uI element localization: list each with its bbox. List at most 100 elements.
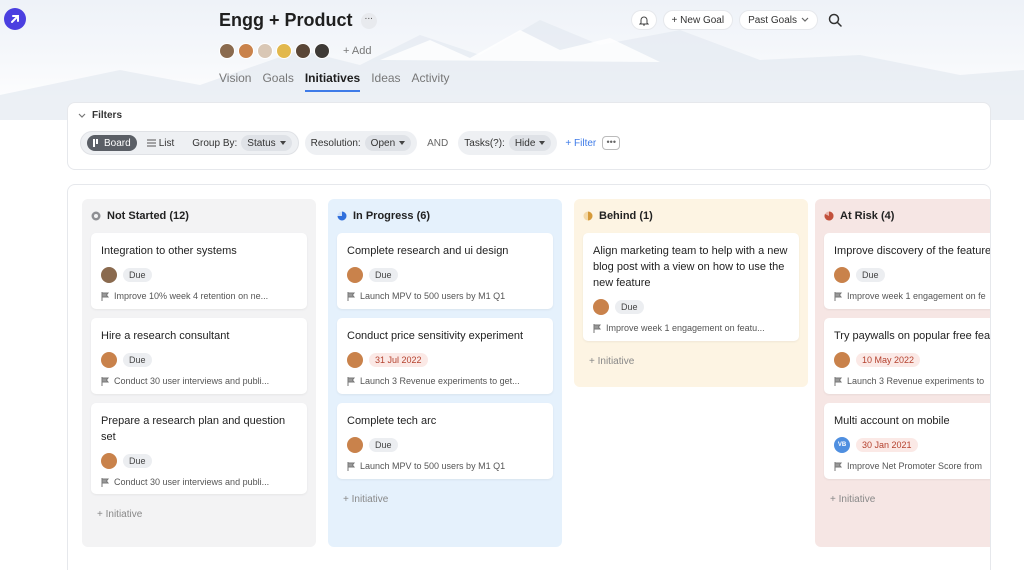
tab-goals[interactable]: Goals [262, 71, 293, 92]
flag-icon [347, 291, 355, 301]
due-date-badge[interactable]: 31 Jul 2022 [369, 353, 428, 367]
add-initiative-button[interactable]: + Initiative [824, 488, 990, 515]
avatar[interactable] [101, 352, 117, 368]
avatar[interactable] [101, 267, 117, 283]
avatar[interactable]: VB [834, 437, 850, 453]
initiative-card[interactable]: Complete research and ui design Due Laun… [337, 233, 553, 309]
title-more-button[interactable]: ··· [360, 12, 377, 29]
list-view-label: List [158, 137, 175, 149]
filters-heading: Filters [92, 110, 123, 121]
past-goals-dropdown[interactable]: Past Goals [739, 10, 818, 30]
due-badge[interactable]: Due [369, 268, 398, 282]
goal-text: Launch MPV to 500 users by M1 Q1 [360, 461, 506, 471]
goal-link[interactable]: Improve 10% week 4 retention on ne... [101, 291, 297, 301]
add-initiative-button[interactable]: + Initiative [337, 488, 553, 515]
avatar[interactable] [834, 352, 850, 368]
add-filter-button[interactable]: + Filter [565, 138, 596, 149]
tasks-label: Tasks(?): [464, 137, 505, 149]
avatar[interactable] [276, 43, 292, 59]
due-badge[interactable]: Due [369, 438, 398, 452]
goal-text: Improve Net Promoter Score from [847, 461, 983, 471]
tab-initiatives[interactable]: Initiatives [304, 71, 361, 92]
tab-vision[interactable]: Vision [219, 71, 251, 92]
goal-link[interactable]: Conduct 30 user interviews and publi... [101, 376, 297, 386]
card-title: Multi account on mobile [834, 415, 950, 427]
initiative-card[interactable]: Try paywalls on popular free feat 10 May… [824, 318, 991, 394]
flag-icon [101, 291, 109, 301]
new-goal-button[interactable]: + New Goal [662, 10, 734, 30]
initiative-card[interactable]: Complete tech arc Due Launch MPV to 500 … [337, 403, 553, 479]
goal-link[interactable]: Improve week 1 engagement on fe [834, 291, 990, 301]
filters-toggle[interactable]: Filters [78, 110, 122, 121]
goal-text: Launch 3 Revenue experiments to get... [360, 376, 520, 386]
avatar[interactable] [347, 267, 363, 283]
caret-down-icon [399, 141, 406, 145]
add-initiative-button[interactable]: + Initiative [583, 350, 799, 377]
group-by-value: Status [247, 137, 276, 149]
board-view-button[interactable]: Board [87, 135, 137, 151]
avatar[interactable] [347, 352, 363, 368]
due-badge[interactable]: Due [615, 300, 644, 314]
due-date-badge[interactable]: 30 Jan 2021 [856, 438, 918, 452]
group-by-select[interactable]: Status [241, 135, 292, 151]
view-toggle: Board List Group By: Status [80, 131, 299, 155]
list-view-button[interactable]: List [141, 135, 181, 151]
avatar[interactable] [238, 43, 254, 59]
app-logo[interactable] [4, 8, 26, 30]
chevron-down-icon [801, 17, 809, 22]
avatar[interactable] [314, 43, 330, 59]
goal-link[interactable]: Improve Net Promoter Score from [834, 461, 990, 471]
filters-row: Board List Group By: Status Resolution: … [80, 131, 621, 155]
add-initiative-button[interactable]: + Initiative [91, 503, 307, 530]
kanban-board: Not Started (12) Integration to other sy… [67, 184, 991, 570]
tasks-value: Hide [514, 137, 536, 149]
column-title: At Risk (4) [840, 210, 895, 222]
column-header: Behind (1) [583, 199, 799, 233]
initiative-card[interactable]: Conduct price sensitivity experiment 31 … [337, 318, 553, 394]
goal-link[interactable]: Launch MPV to 500 users by M1 Q1 [347, 291, 543, 301]
initiative-card[interactable]: Hire a research consultant Due Conduct 3… [91, 318, 307, 394]
avatar[interactable] [295, 43, 311, 59]
tab-ideas[interactable]: Ideas [371, 71, 400, 92]
search-icon[interactable] [828, 13, 842, 27]
avatar[interactable] [593, 299, 609, 315]
due-badge[interactable]: Due [856, 268, 885, 282]
initiative-card[interactable]: Integration to other systems Due Improve… [91, 233, 307, 309]
resolution-select[interactable]: Open [364, 135, 412, 151]
flag-icon [347, 376, 355, 386]
goal-link[interactable]: Conduct 30 user interviews and publi... [101, 477, 297, 487]
in-progress-status-icon [337, 211, 347, 221]
at-risk-status-icon [824, 211, 834, 221]
goal-link[interactable]: Launch 3 Revenue experiments to get... [347, 376, 543, 386]
column-header: At Risk (4) [824, 199, 990, 233]
due-badge[interactable]: Due [123, 454, 152, 468]
column-in-progress: In Progress (6) Complete research and ui… [328, 199, 562, 547]
avatar[interactable] [347, 437, 363, 453]
notifications-button[interactable] [630, 10, 657, 30]
avatar[interactable] [257, 43, 273, 59]
card-title: Try paywalls on popular free feat [834, 330, 991, 342]
tasks-filter: Tasks(?): Hide [458, 131, 558, 155]
avatar[interactable] [834, 267, 850, 283]
board-view-label: Board [104, 137, 131, 149]
filter-more-button[interactable]: ••• [602, 136, 621, 150]
add-member-button[interactable]: + Add [343, 45, 371, 57]
initiative-card[interactable]: Align marketing team to help with a new … [583, 233, 799, 341]
goal-link[interactable]: Launch MPV to 500 users by M1 Q1 [347, 461, 543, 471]
due-date-badge[interactable]: 10 May 2022 [856, 353, 921, 367]
initiative-card[interactable]: Multi account on mobile VB 30 Jan 2021 I… [824, 403, 990, 479]
goal-link[interactable]: Launch 3 Revenue experiments to [834, 376, 990, 386]
tab-activity[interactable]: Activity [412, 71, 450, 92]
list-icon [146, 139, 156, 147]
avatar[interactable] [219, 43, 235, 59]
card-title: Integration to other systems [101, 245, 237, 257]
goal-link[interactable]: Improve week 1 engagement on featu... [593, 323, 789, 333]
initiative-card[interactable]: Improve discovery of the feature Due Imp… [824, 233, 990, 309]
past-goals-label: Past Goals [748, 14, 797, 26]
caret-down-icon [539, 141, 546, 145]
avatar[interactable] [101, 453, 117, 469]
initiative-card[interactable]: Prepare a research plan and question set… [91, 403, 307, 494]
due-badge[interactable]: Due [123, 268, 152, 282]
due-badge[interactable]: Due [123, 353, 152, 367]
tasks-select[interactable]: Hide [508, 135, 552, 151]
